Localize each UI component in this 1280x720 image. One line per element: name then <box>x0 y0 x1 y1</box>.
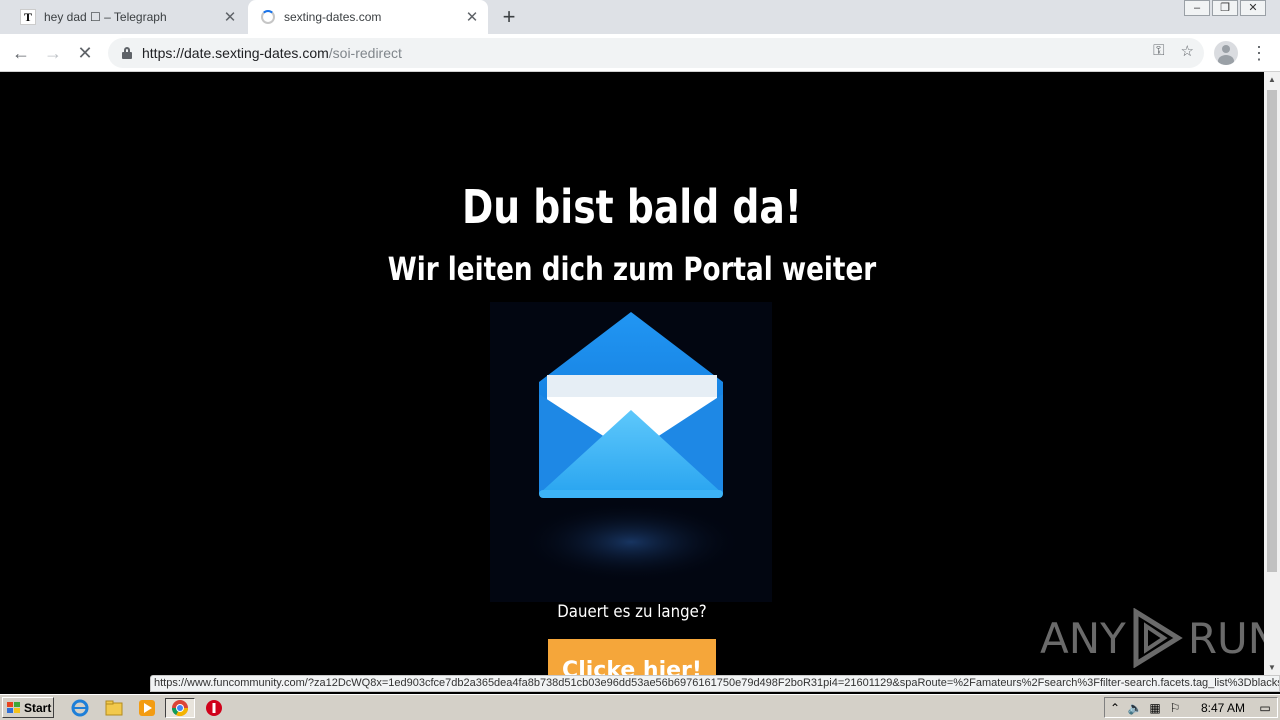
windows-taskbar: Start ⌃ 🔈 ▦ ⚐ 8:47 AM ▭ <box>0 694 1280 720</box>
link-status-bubble: https://www.funcommunity.com/?za12DcWQ8x… <box>150 675 1280 692</box>
anyrun-watermark: ANY RUN <box>1040 608 1279 668</box>
play-logo-icon <box>1133 608 1183 668</box>
profile-avatar-icon[interactable] <box>1214 41 1238 65</box>
scroll-up-icon[interactable]: ▲ <box>1264 72 1280 88</box>
too-long-text: Dauert es zu lange? <box>557 602 707 622</box>
system-tray: ⌃ 🔈 ▦ ⚐ 8:47 AM ▭ <box>1104 697 1278 718</box>
internet-explorer-icon[interactable] <box>70 698 90 718</box>
vertical-scrollbar[interactable]: ▲ ▼ <box>1264 72 1280 676</box>
back-arrow-icon[interactable]: ← <box>8 40 34 66</box>
stop-loading-icon[interactable]: ✕ <box>72 40 98 66</box>
address-bar[interactable]: https://date.sexting-dates.com/soi-redir… <box>108 38 1204 68</box>
tab-title: sexting-dates.com <box>284 10 382 24</box>
star-icon[interactable]: ☆ <box>1181 42 1194 60</box>
lock-icon <box>122 47 132 59</box>
window-controls: – ❐ ✕ <box>1182 0 1266 18</box>
page-heading: Du bist bald da! <box>461 180 803 234</box>
scroll-down-icon[interactable]: ▼ <box>1264 660 1280 676</box>
file-explorer-icon[interactable] <box>104 698 124 718</box>
windows-logo-icon <box>7 701 20 713</box>
tab-sexting-dates[interactable]: sexting-dates.com ✕ <box>248 0 488 34</box>
tab-telegraph[interactable]: T hey dad ☐ – Telegraph ✕ <box>8 0 246 34</box>
key-icon[interactable]: ⚿ <box>1153 42 1164 60</box>
network-icon[interactable]: ▦ <box>1145 701 1165 715</box>
new-tab-button[interactable]: + <box>496 4 522 30</box>
stop-sign-icon[interactable] <box>204 698 224 718</box>
loading-spinner-icon <box>260 9 276 25</box>
url-text[interactable]: https://date.sexting-dates.com/soi-redir… <box>142 45 402 61</box>
page-subheading: Wir leiten dich zum Portal weiter <box>387 250 877 288</box>
browser-toolbar: ← → ✕ https://date.sexting-dates.com/soi… <box>0 34 1280 72</box>
scroll-thumb[interactable] <box>1267 90 1277 572</box>
page-viewport: Du bist bald da! Wir leiten dich zum Por… <box>0 72 1279 685</box>
restore-icon[interactable]: ❐ <box>1212 0 1238 16</box>
chrome-taskbar-icon[interactable] <box>165 698 195 718</box>
media-player-icon[interactable] <box>137 698 157 718</box>
telegraph-favicon-icon: T <box>20 9 36 25</box>
start-button[interactable]: Start <box>2 697 54 718</box>
minimize-icon[interactable]: – <box>1184 0 1210 16</box>
show-desktop-icon[interactable]: ▭ <box>1255 701 1275 715</box>
speaker-icon[interactable]: 🔈 <box>1125 701 1145 715</box>
menu-dots-icon[interactable]: ⋮ <box>1250 40 1268 66</box>
close-tab-icon[interactable]: ✕ <box>218 8 242 26</box>
show-hidden-icons-icon[interactable]: ⌃ <box>1105 701 1125 715</box>
envelope-image <box>490 302 772 602</box>
action-center-flag-icon[interactable]: ⚐ <box>1165 701 1185 715</box>
forward-arrow-icon[interactable]: → <box>40 40 66 66</box>
tab-title: hey dad ☐ – Telegraph <box>44 10 167 24</box>
envelope-icon <box>521 312 741 582</box>
close-tab-icon[interactable]: ✕ <box>460 8 484 26</box>
close-window-icon[interactable]: ✕ <box>1240 0 1266 16</box>
tab-strip: T hey dad ☐ – Telegraph ✕ sexting-dates.… <box>0 0 1280 34</box>
taskbar-clock[interactable]: 8:47 AM <box>1201 701 1245 715</box>
